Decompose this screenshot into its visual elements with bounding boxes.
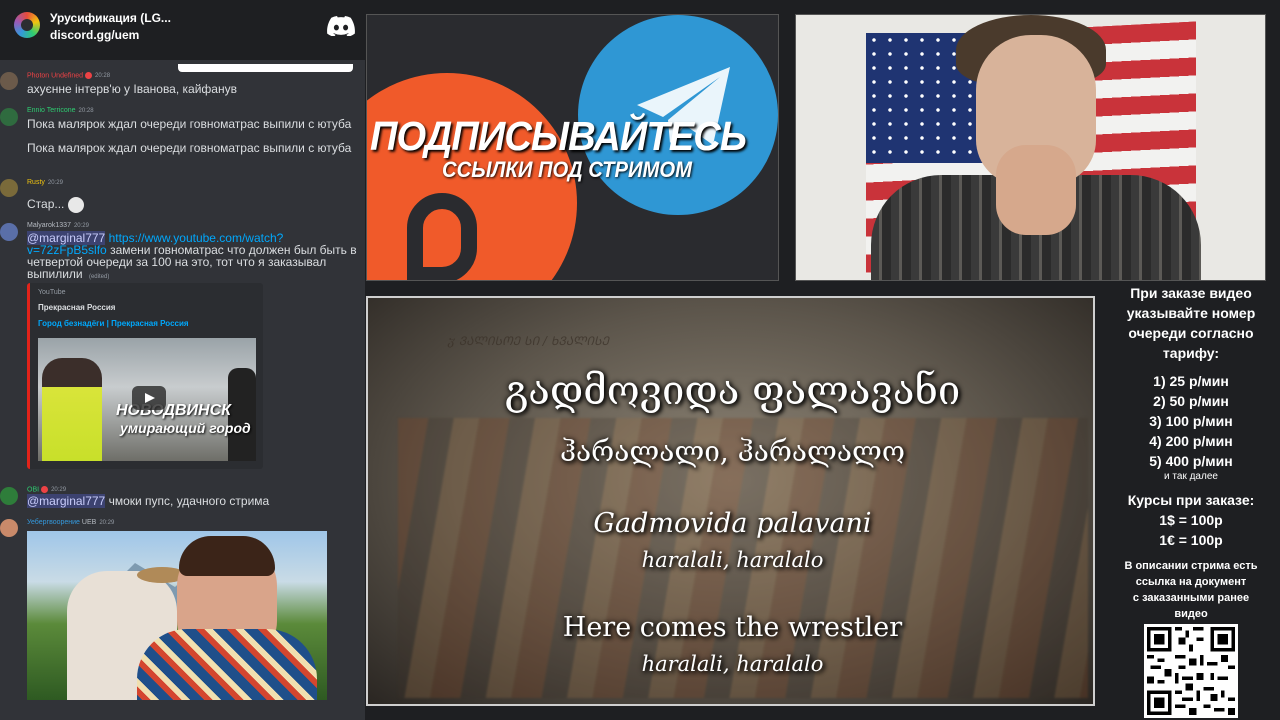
server-invite-link[interactable]: discord.gg/uem: [50, 28, 139, 42]
tariff-item: 4) 200 р/мин: [1149, 433, 1233, 449]
info-note-line: с заказанными ранее: [1132, 592, 1250, 604]
avatar[interactable]: [0, 223, 18, 241]
thumbnail-subtitle: умирающий город: [120, 420, 251, 436]
badge-icon: [85, 72, 93, 79]
username-row: Уебергвоорение UEB 20:29: [27, 519, 114, 526]
discord-header: Урусификация (LG... discord.gg/uem: [0, 0, 365, 60]
rate-item: 1$ = 100р: [1159, 512, 1223, 528]
tariff-more: и так далее: [1164, 471, 1218, 482]
username[interactable]: OBI: [27, 486, 39, 493]
main-video-player: ჳ ᲕᲐᲚᲘᲡᲝᲔ ᲡᲘ / ᲮᲕᲐᲚᲘᲡᲔ გადმოვიდა ფალავან…: [366, 296, 1095, 706]
username[interactable]: Rusty: [27, 179, 45, 186]
avatar[interactable]: [0, 179, 18, 197]
chat-overlay-bar: [178, 64, 353, 72]
transliteration-line1: Gadmovida palavani: [593, 508, 872, 539]
message-text: Пока малярок ждал очереди говноматрас вы…: [27, 141, 352, 155]
georgian-lyric-line1: გადმოვიდა ფალავანი: [504, 368, 961, 414]
guest-webcam-video: [27, 531, 327, 700]
info-note-line: В описании стрима есть: [1124, 560, 1258, 572]
timestamp: 20:28: [95, 73, 111, 80]
tariff-item: 5) 400 р/мин: [1149, 453, 1233, 469]
transliteration-line2: haralali, haralalo: [641, 548, 824, 572]
georgian-lyric-line2: ჰარალალი, ჰარალალო: [560, 435, 905, 468]
promo-title: ПОДПИСЫВАЙТЕСЬ: [370, 113, 747, 159]
message-text: ахуєнне інтерв'ю у Іванова, кайфанув: [27, 82, 237, 96]
edited-label: (edited): [88, 274, 110, 280]
username[interactable]: Malyarok1337: [27, 222, 71, 229]
avatar[interactable]: [0, 487, 18, 505]
username[interactable]: Photon Undefined: [27, 72, 83, 79]
avatar[interactable]: [0, 72, 18, 90]
thumbnail-person: [42, 358, 102, 461]
avatar[interactable]: [0, 519, 18, 537]
info-heading-line: тарифу:: [1162, 345, 1220, 361]
handwritten-script: ჳ ᲕᲐᲚᲘᲡᲝᲔ ᲡᲘ / ᲮᲕᲐᲚᲘᲡᲔ: [448, 334, 610, 348]
username-row: Photon Undefined 20:28: [27, 72, 110, 79]
username-row: OBI 20:29: [27, 486, 66, 493]
youtube-embed[interactable]: YouTube Прекрасная Россия Город безнадёг…: [27, 283, 263, 469]
message-text: @marginal777 https://www.youtube.com/wat…: [27, 231, 357, 283]
username-row: Malyarok1337 20:29: [27, 222, 89, 229]
thumbnail-person: [228, 368, 256, 461]
streamer-hand: [996, 145, 1076, 235]
message-text-content: чмоки пупс, удачного стрима: [108, 494, 270, 508]
emoji-icon: [67, 197, 84, 213]
message-text: Стар...: [27, 197, 357, 213]
info-heading-line: указывайте номер: [1126, 305, 1256, 321]
badge-icon: [41, 486, 49, 493]
message-text-content: Стар...: [27, 197, 65, 212]
info-note-line: видео: [1174, 608, 1208, 620]
role-tag: UEB: [81, 519, 97, 526]
promo-subtitle: ССЫЛКИ ПОД СТРИМОМ: [442, 157, 693, 182]
timestamp: 20:29: [73, 223, 89, 229]
user-mention[interactable]: @marginal777: [27, 494, 106, 508]
embed-thumbnail[interactable]: НОВОДВИНСК умирающий город: [38, 338, 256, 461]
server-name: Урусификация (LG...: [50, 11, 171, 25]
info-note-line: ссылка на документ: [1135, 576, 1247, 588]
avatar[interactable]: [0, 108, 18, 126]
rates-heading: Курсы при заказе:: [1127, 492, 1255, 508]
guest-hair: [179, 536, 275, 576]
timestamp: 20:29: [47, 180, 63, 186]
boosty-logo-inner: [407, 193, 477, 280]
play-button-icon[interactable]: [132, 386, 166, 410]
rate-item: 1€ = 100р: [1159, 532, 1223, 548]
info-heading-line: При заказе видео: [1130, 285, 1252, 301]
tariff-item: 2) 50 р/мин: [1153, 393, 1229, 409]
username[interactable]: Уебергвоорение: [27, 519, 80, 526]
username-row: Rusty 20:29: [27, 179, 63, 186]
subscribe-promo: ПОДПИСЫВАЙТЕСЬ ССЫЛКИ ПОД СТРИМОМ: [366, 14, 779, 281]
timestamp: 20:29: [51, 487, 67, 494]
timestamp: 20:29: [99, 520, 115, 526]
timestamp: 20:28: [78, 108, 94, 114]
username-row: Ennio Terricone 20:28: [27, 107, 94, 114]
qr-code-icon: [1144, 624, 1238, 718]
info-heading-line: очереди согласно: [1128, 325, 1254, 341]
discord-chat-panel: Урусификация (LG... discord.gg/uem Photo…: [0, 0, 365, 720]
message-text: @marginal777 чмоки пупс, удачного стрима: [27, 494, 357, 508]
translation-line2: haralali, haralalo: [641, 652, 824, 676]
embed-provider: YouTube: [38, 289, 66, 296]
translation-line1: Here comes the wrestler: [562, 612, 903, 643]
embed-author[interactable]: Прекрасная Россия: [38, 303, 115, 312]
tariff-item: 1) 25 р/мин: [1153, 373, 1229, 389]
streamer-webcam-video: [795, 14, 1266, 281]
qr-code-graphic: [1147, 627, 1235, 715]
discord-logo-icon: [327, 16, 355, 36]
server-icon[interactable]: [14, 12, 40, 38]
stream-layout: Урусификация (LG... discord.gg/uem Photo…: [0, 0, 1280, 720]
username[interactable]: Ennio Terricone: [27, 107, 76, 114]
guest-shirt: [137, 629, 317, 700]
tariff-item: 3) 100 р/мин: [1149, 413, 1233, 429]
embed-title[interactable]: Город безнадёги | Прекрасная Россия: [38, 319, 189, 328]
message-text: Пока малярок ждал очереди говноматрас вы…: [27, 117, 352, 131]
